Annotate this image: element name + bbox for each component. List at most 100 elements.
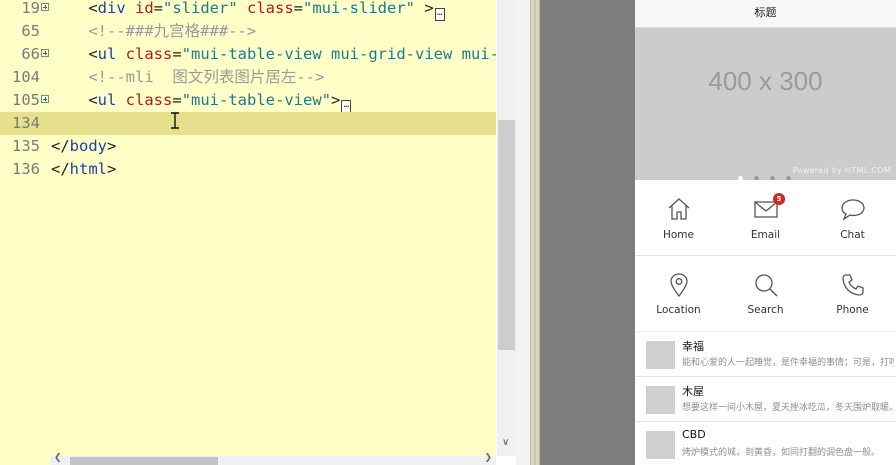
- code-token: div: [97, 0, 126, 17]
- code-token: "slider": [163, 0, 238, 17]
- home-icon: [668, 198, 690, 220]
- code-token: <: [88, 0, 98, 17]
- code-token: class: [116, 45, 173, 63]
- code-token: <: [88, 45, 98, 63]
- code-line[interactable]: 105 <ul class="mui-table-view">…: [0, 89, 496, 113]
- panel-splitter[interactable]: [530, 0, 540, 465]
- fold-toggle-icon[interactable]: [41, 3, 49, 11]
- code-text: <!--###九宫格###-->: [51, 20, 256, 43]
- code-token: >: [107, 160, 117, 178]
- grid-item-email[interactable]: Email: [722, 180, 809, 255]
- code-token: ul: [97, 91, 117, 109]
- list-item-desc: 想要这样一间小木屋，夏天挫冰吃瓜，冬天围炉取暖。: [682, 403, 894, 413]
- editor-horizontal-scrollbar[interactable]: ❮ ❯: [50, 453, 496, 465]
- code-token: >: [107, 137, 117, 155]
- code-token: ul: [97, 45, 117, 63]
- location-icon: [670, 273, 688, 298]
- code-token: html: [69, 160, 107, 178]
- code-token: =: [293, 0, 304, 17]
- line-number: 134: [12, 114, 40, 132]
- code-token: "mui-table-view mui-grid-view mui-grid-9…: [181, 45, 496, 63]
- gutter-bottom: [0, 456, 50, 465]
- code-line[interactable]: 19 <div id="slider" class="mui-slider" >…: [0, 0, 496, 21]
- code-line[interactable]: 136 </html>: [0, 158, 496, 181]
- code-text: <div id="slider" class="mui-slider" >…: [51, 0, 445, 21]
- grid-label: Search: [747, 304, 784, 316]
- code-text: </html>: [51, 158, 116, 181]
- list-item[interactable]: 木屋 想要这样一间小木屋，夏天挫冰吃瓜，冬天围炉取暖。: [635, 377, 896, 422]
- list-item-title: 幸福: [682, 340, 704, 353]
- list-item-desc: 能和心爱的人一起睡觉，是件幸福的事情；可是，打呼噜怎么办？: [682, 358, 894, 368]
- search-icon: [755, 274, 778, 297]
- code-token: =: [153, 0, 164, 17]
- line-number: 19: [21, 0, 40, 17]
- text-cursor-icon: [171, 112, 179, 129]
- scroll-right-icon[interactable]: ❯: [484, 453, 492, 463]
- code-token: >: [331, 91, 341, 109]
- code-token: <: [88, 91, 98, 109]
- horizontal-scrollbar-thumb[interactable]: [70, 457, 218, 465]
- media-list: 幸福 能和心爱的人一起睡觉，是件幸福的事情；可是，打呼噜怎么办？ 木屋 想要这样…: [635, 332, 896, 465]
- grid-label: Chat: [840, 229, 865, 241]
- list-item[interactable]: 幸福 能和心爱的人一起睡觉，是件幸福的事情；可是，打呼噜怎么办？: [635, 332, 896, 377]
- code-line[interactable]: 104 <!--mli 图文列表图片居左-->: [0, 66, 496, 89]
- code-line[interactable]: 65 <!--###九宫格###-->: [0, 20, 496, 43]
- code-line[interactable]: 66 <ul class="mui-table-view mui-grid-vi…: [0, 43, 496, 66]
- icon-grid: Home Email 5 Chat Location Search Phone: [635, 180, 896, 331]
- line-number: 136: [12, 160, 40, 178]
- code-text: <ul class="mui-table-view mui-grid-view …: [51, 43, 496, 66]
- code-text: <ul class="mui-table-view">…: [51, 89, 352, 113]
- grid-item-phone[interactable]: Phone: [809, 256, 896, 331]
- fold-toggle-icon[interactable]: [41, 95, 49, 103]
- code-token: class: [237, 0, 294, 17]
- line-number: 66: [21, 45, 40, 63]
- code-token: >: [415, 0, 434, 17]
- code-line[interactable]: 135 </body>: [0, 135, 496, 158]
- code-token: </: [51, 137, 70, 155]
- code-token: =: [172, 45, 182, 63]
- list-item-title: CBD: [682, 428, 706, 441]
- thumbnail-image-icon: [646, 431, 675, 459]
- chat-icon: [841, 199, 865, 221]
- panel-gap: [516, 0, 530, 465]
- code-token: "mui-table-view": [181, 91, 331, 109]
- thumbnail-image-icon: [646, 341, 675, 369]
- grid-item-chat[interactable]: Chat: [809, 180, 896, 255]
- image-slider[interactable]: 400 x 300 Powered by HTML.COM: [635, 28, 896, 181]
- grid-label: Home: [662, 229, 694, 241]
- code-token: =: [172, 91, 182, 109]
- fold-toggle-icon[interactable]: [41, 49, 49, 57]
- preview-header-title: 标题: [635, 0, 896, 28]
- line-number: 105: [12, 91, 40, 109]
- list-item[interactable]: CBD 烤炉模式的城，到黄昏，如同打翻的调色盘一般。: [635, 422, 896, 465]
- mobile-preview: 标题 400 x 300 Powered by HTML.COM Home Em…: [635, 0, 896, 465]
- grid-item-location[interactable]: Location: [635, 256, 722, 331]
- thumbnail-image-icon: [646, 386, 675, 414]
- phone-icon: [842, 274, 864, 296]
- line-number: 104: [12, 68, 40, 86]
- email-badge: 5: [773, 193, 785, 205]
- grid-label: Location: [656, 304, 701, 316]
- scroll-left-icon[interactable]: ❮: [54, 453, 62, 463]
- code-line[interactable]: 134: [0, 112, 496, 135]
- slider-credit: Powered by HTML.COM: [792, 166, 891, 175]
- grid-item-search[interactable]: Search: [722, 256, 809, 331]
- list-item-title: 木屋: [682, 385, 704, 398]
- scroll-down-icon[interactable]: ∨: [502, 437, 509, 448]
- code-token: <!--mli 图文列表图片居左-->: [88, 68, 325, 86]
- code-token: id: [125, 0, 154, 17]
- code-editor[interactable]: 19 <div id="slider" class="mui-slider" >…: [0, 0, 496, 456]
- code-token: class: [116, 91, 173, 109]
- vertical-scrollbar-thumb[interactable]: [498, 120, 515, 350]
- editor-vertical-scrollbar[interactable]: ∨: [497, 0, 516, 456]
- grid-item-home[interactable]: Home: [635, 180, 722, 255]
- code-token: "mui-slider": [303, 0, 415, 17]
- code-token: <!--###九宫格###-->: [88, 22, 257, 40]
- slider-placeholder-text: 400 x 300: [708, 66, 823, 96]
- line-number: 65: [21, 22, 40, 40]
